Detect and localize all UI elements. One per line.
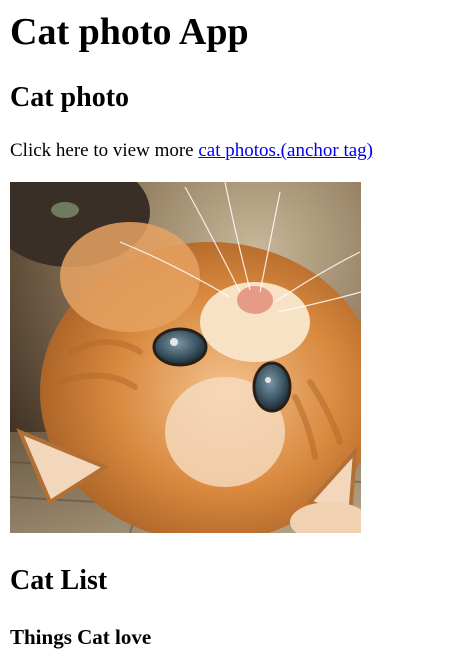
intro-paragraph: Click here to view more cat photos.(anch…	[10, 139, 373, 163]
page-title: Cat photo App	[10, 11, 249, 53]
cat-photo-image	[10, 182, 361, 533]
things-cat-love-heading: Things Cat love	[10, 625, 152, 649]
intro-text: Click here to view more	[10, 140, 199, 161]
cat-photos-link[interactable]: cat photos.(anchor tag)	[198, 140, 373, 161]
cat-list-heading: Cat List	[10, 565, 108, 596]
cat-photo-heading: Cat photo	[10, 82, 130, 113]
